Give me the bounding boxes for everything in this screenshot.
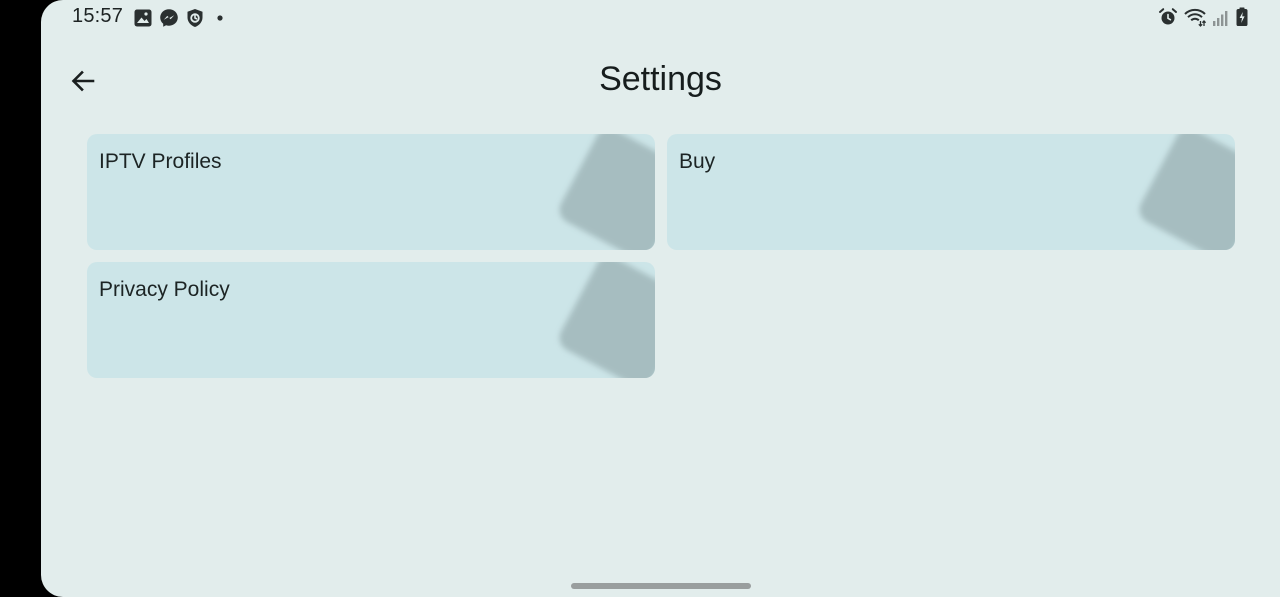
signal-icon (1212, 7, 1230, 27)
status-time: 15:57 (72, 5, 124, 27)
home-indicator[interactable] (571, 583, 751, 589)
card-label: Privacy Policy (99, 278, 230, 301)
card-decoration (554, 134, 655, 250)
card-label: IPTV Profiles (99, 150, 222, 173)
card-label: Buy (679, 150, 716, 173)
status-system-icons (1158, 6, 1249, 28)
messenger-icon (159, 8, 179, 28)
page-title: Settings (599, 60, 722, 98)
shield-icon (185, 8, 205, 28)
gallery-icon (133, 8, 153, 28)
card-decoration (554, 262, 655, 378)
card-privacy-policy[interactable]: Privacy Policy (87, 262, 655, 378)
status-bar: 15:57 (41, 0, 1280, 36)
status-notification-icons (133, 7, 229, 29)
dot-icon (211, 8, 229, 28)
wifi-icon (1183, 7, 1207, 27)
card-decoration (1134, 134, 1235, 250)
alarm-icon (1158, 7, 1178, 27)
app-screen: 15:57 Settings IPTV Profiles Buy Privacy… (41, 0, 1280, 597)
battery-icon (1235, 7, 1249, 27)
card-iptv-profiles[interactable]: IPTV Profiles (87, 134, 655, 250)
card-buy[interactable]: Buy (667, 134, 1235, 250)
